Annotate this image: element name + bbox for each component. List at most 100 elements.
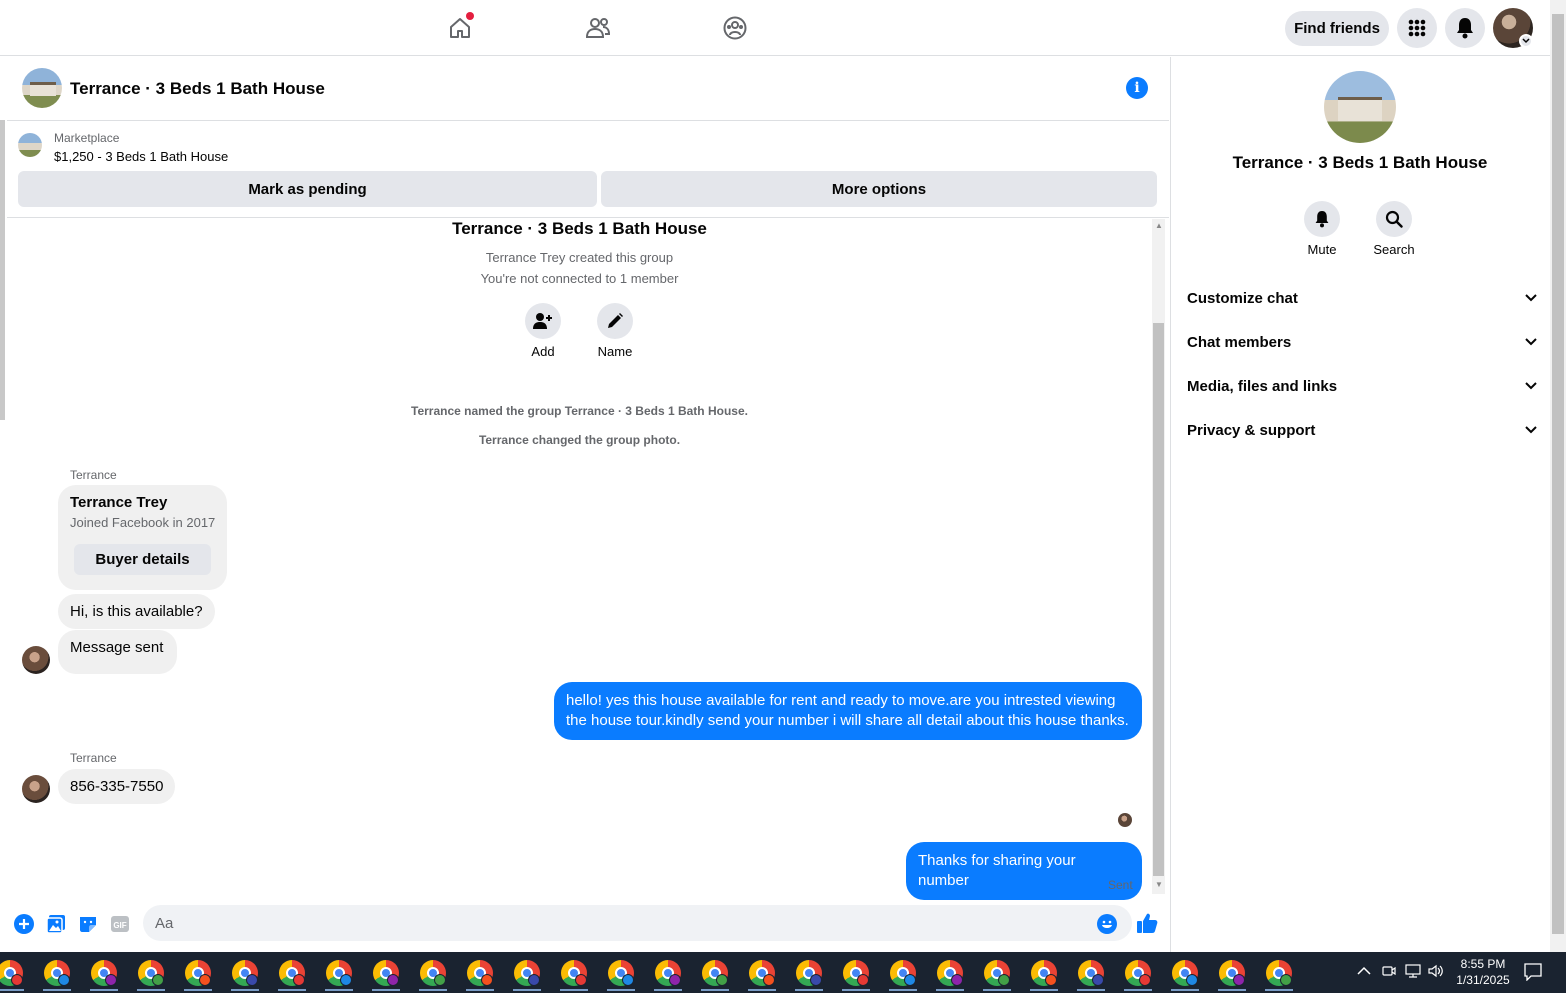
more-options-button[interactable]: More options [601,171,1157,207]
chrome-taskbar-icon[interactable] [1172,960,1198,986]
chrome-taskbar-icon[interactable] [890,960,916,986]
chrome-taskbar-icon[interactable] [796,960,822,986]
profile-badge-icon [810,974,822,986]
chrome-taskbar-icon[interactable] [1078,960,1104,986]
message-status: Sent [1108,878,1133,892]
message-input[interactable] [143,905,1132,941]
sticker-icon[interactable] [77,913,99,935]
listing-price-title[interactable]: $1,250 - 3 Beds 1 Bath House [54,149,228,164]
running-indicator [748,989,776,991]
outgoing-message[interactable]: Thanks for sharing your number [906,842,1142,900]
photo-icon[interactable] [45,913,67,935]
profile-badge-icon [1139,974,1151,986]
chrome-taskbar-icon[interactable] [91,960,117,986]
edit-name-pencil-icon[interactable] [597,303,633,339]
incoming-message[interactable]: Message sent [58,630,177,674]
account-chevron-down-icon[interactable] [1519,34,1533,48]
chat-scrollbar[interactable]: ▲ ▼ [1152,219,1165,894]
page-scrollbar[interactable] [1550,0,1566,952]
running-indicator [1265,989,1293,991]
home-icon[interactable] [442,10,478,46]
chrome-taskbar-icon[interactable] [702,960,728,986]
emoji-icon[interactable] [1096,913,1118,935]
chrome-taskbar-icon[interactable] [232,960,258,986]
sender-avatar[interactable] [22,646,50,674]
chrome-taskbar-icon[interactable] [373,960,399,986]
incoming-message[interactable]: 856-335-7550 [58,769,176,804]
add-member-button[interactable] [525,303,561,339]
group-photo[interactable] [1324,71,1396,143]
section-privacy-support[interactable]: Privacy & support [1187,412,1537,448]
section-chat-members[interactable]: Chat members [1187,324,1537,360]
incoming-message[interactable]: Hi, is this available? [58,594,215,629]
chrome-taskbar-icon[interactable] [749,960,775,986]
search-icon[interactable] [1376,201,1412,237]
running-indicator [701,989,729,991]
info-icon[interactable]: i [1126,77,1148,99]
chrome-taskbar-icon[interactable] [561,960,587,986]
chrome-taskbar-icon[interactable] [326,960,352,986]
page-scroll-thumb[interactable] [1552,14,1564,934]
group-avatar[interactable] [22,68,62,108]
listing-thumbnail[interactable] [18,133,42,157]
tray-chevron-up-icon[interactable] [1357,964,1371,979]
profile-badge-icon [246,974,258,986]
chevron-down-icon [1525,382,1537,390]
running-indicator [419,989,447,991]
chrome-taskbar-icon[interactable] [185,960,211,986]
chrome-taskbar-icon[interactable] [984,960,1010,986]
chrome-taskbar-icon[interactable] [44,960,70,986]
profile-badge-icon [763,974,775,986]
scroll-up-arrow-icon[interactable]: ▲ [1155,221,1163,230]
chat-scroll-thumb[interactable] [1153,323,1164,876]
chrome-taskbar-icon[interactable] [1031,960,1057,986]
chrome-taskbar-icon[interactable] [843,960,869,986]
system-clock[interactable]: 8:55 PM 1/31/2025 [1450,956,1516,988]
friends-icon[interactable] [580,10,616,46]
notification-center-icon[interactable] [1524,963,1542,984]
section-media-files-links[interactable]: Media, files and links [1187,368,1537,404]
plus-circle-icon[interactable] [13,913,35,935]
section-label: Chat members [1187,333,1292,351]
running-indicator [372,989,400,991]
chrome-taskbar-icon[interactable] [1266,960,1292,986]
section-label: Media, files and links [1187,377,1338,395]
chrome-taskbar-icon[interactable] [514,960,540,986]
group-intro-title: Terrance · 3 Beds 1 Bath House [452,219,707,238]
notifications-bell-icon[interactable] [1445,8,1485,48]
find-friends-button[interactable]: Find friends [1285,11,1389,46]
running-indicator [1171,989,1199,991]
meet-now-icon[interactable] [1382,964,1396,981]
buyer-details-button[interactable]: Buyer details [74,544,211,575]
gif-icon[interactable]: GIF [109,913,131,935]
running-indicator [184,989,212,991]
mute-bell-icon[interactable] [1304,201,1340,237]
groups-icon[interactable] [717,10,753,46]
chrome-taskbar-icon[interactable] [937,960,963,986]
outgoing-message-line: hello! yes this house available for rent… [566,692,1116,709]
profile-badge-icon [152,974,164,986]
chrome-taskbar-icon[interactable] [279,960,305,986]
chrome-taskbar-icon[interactable] [655,960,681,986]
menu-grid-icon[interactable] [1397,8,1437,48]
chevron-down-icon [1525,294,1537,302]
thumbs-up-icon[interactable] [1135,911,1159,935]
profile-badge-icon [528,974,540,986]
scroll-down-arrow-icon[interactable]: ▼ [1155,880,1163,889]
home-notification-dot [466,12,474,20]
sender-avatar[interactable] [22,775,50,803]
clock-time: 8:55 PM [1460,957,1506,971]
chrome-taskbar-icon[interactable] [467,960,493,986]
chrome-taskbar-icon[interactable] [138,960,164,986]
section-customize-chat[interactable]: Customize chat [1187,280,1537,316]
chrome-taskbar-icon[interactable] [0,960,23,986]
outgoing-message[interactable]: hello! yes this house available for rent… [554,682,1142,740]
network-icon[interactable] [1405,964,1421,981]
volume-icon[interactable] [1428,964,1444,981]
chrome-taskbar-icon[interactable] [1125,960,1151,986]
mark-as-pending-button[interactable]: Mark as pending [18,171,597,207]
chrome-taskbar-icon[interactable] [1219,960,1245,986]
chrome-taskbar-icon[interactable] [608,960,634,986]
chrome-taskbar-icon[interactable] [420,960,446,986]
chat-title[interactable]: Terrance · 3 Beds 1 Bath House [70,79,325,99]
